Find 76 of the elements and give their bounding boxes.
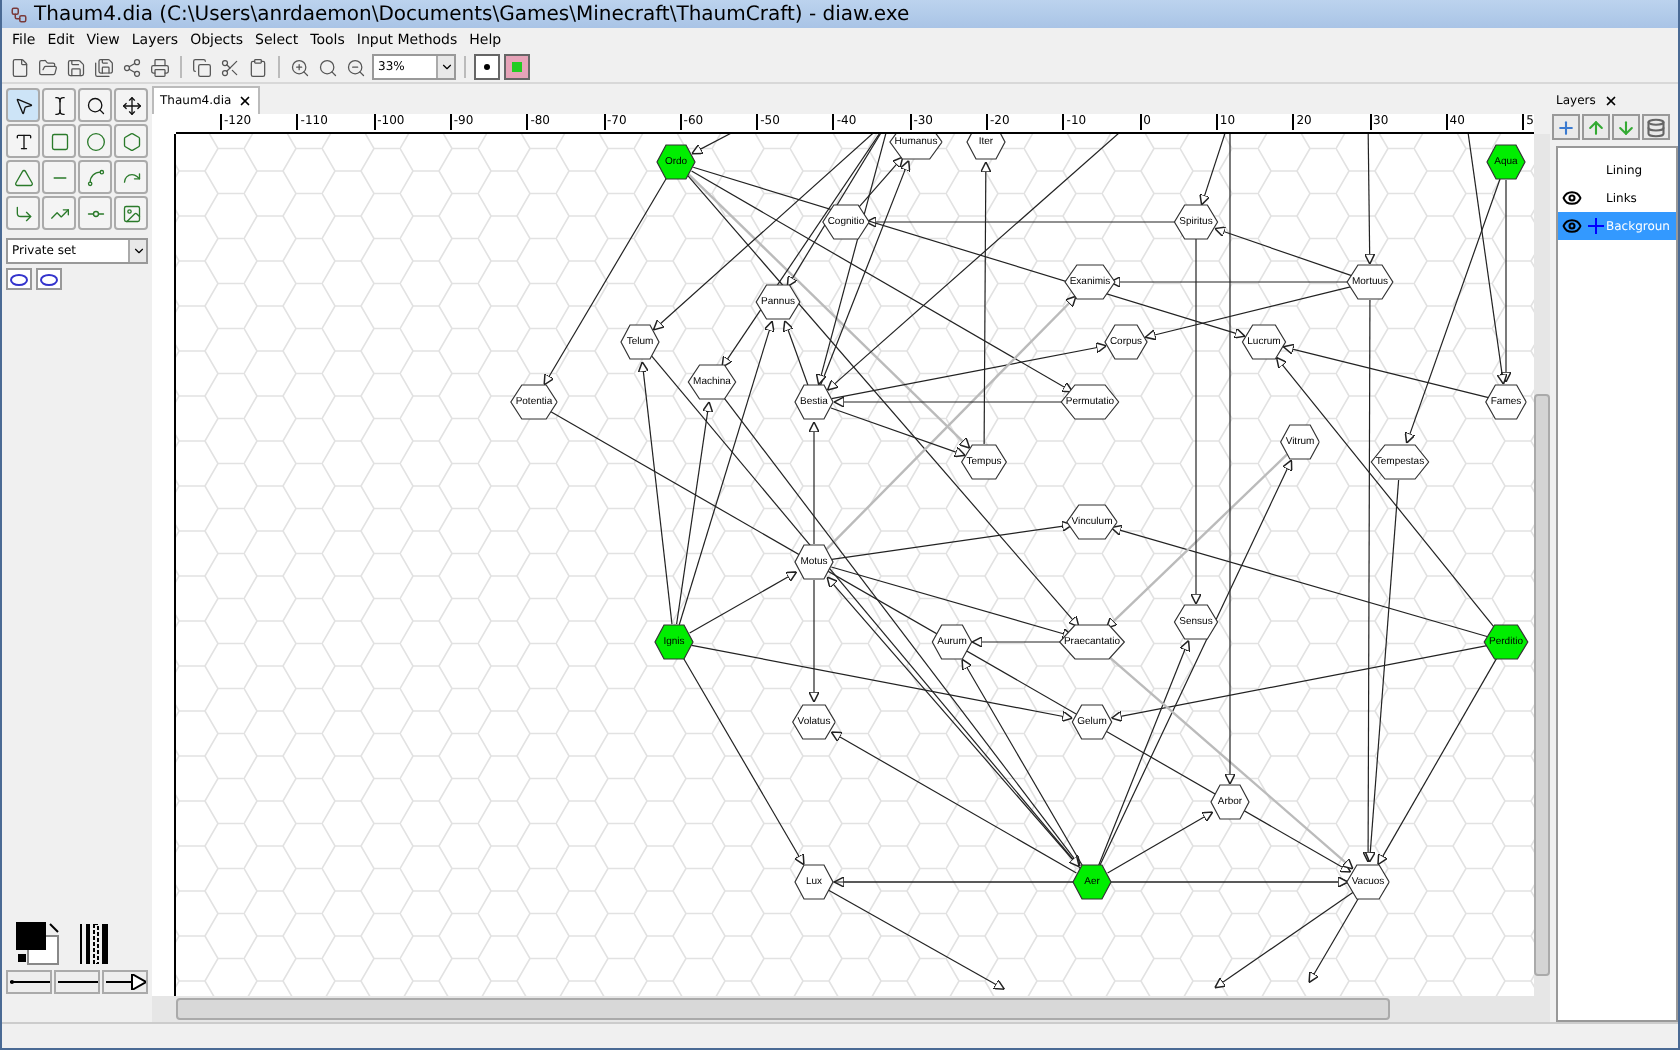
window-title: Thaum4.dia (C:\Users\anrdaemon\Documents\Games\Minecraft\ThaumCraft) - diaw.exe [34, 3, 910, 25]
toolbar-button[interactable] [148, 55, 172, 79]
eye-icon[interactable] [1562, 188, 1582, 208]
polyline-icon [49, 203, 69, 223]
save-icon [66, 57, 86, 77]
caret-icon [439, 60, 453, 74]
toolbar-button[interactable] [246, 55, 270, 79]
eye-icon[interactable] [1562, 216, 1582, 236]
caret-icon [131, 244, 145, 258]
box-icon [49, 131, 69, 151]
line-width-icon[interactable] [80, 924, 108, 964]
shape-button[interactable] [6, 268, 32, 290]
cut-icon [220, 57, 240, 77]
save-as-icon [94, 57, 114, 77]
polygon-icon [121, 131, 141, 151]
line-style-button[interactable] [54, 970, 100, 994]
toolbar-button[interactable] [92, 55, 116, 79]
print-icon [150, 57, 170, 77]
color-swatch-icon[interactable] [16, 922, 60, 966]
toolbar-button[interactable] [8, 55, 32, 79]
toolbar-button[interactable] [316, 55, 340, 79]
layer-button[interactable] [1642, 114, 1670, 140]
text-cursor-icon [49, 95, 69, 115]
dropdown-button[interactable] [128, 240, 146, 262]
toolbar-button[interactable] [288, 55, 312, 79]
shape-button[interactable] [36, 268, 62, 290]
paste-icon [248, 57, 268, 77]
layer-button[interactable] [1552, 114, 1580, 140]
arrow-end-button[interactable] [102, 970, 148, 994]
export-icon [122, 57, 142, 77]
magnifier-icon [85, 95, 105, 115]
arrow-start-button[interactable] [6, 970, 52, 994]
copy-icon [192, 57, 212, 77]
vertical-scrollbar[interactable] [1534, 134, 1550, 996]
curve-icon [85, 167, 105, 187]
square-icon [512, 62, 522, 72]
tool-button[interactable] [6, 88, 40, 122]
triangle-icon [13, 167, 33, 187]
grid-toggle[interactable] [504, 54, 530, 80]
diagram-canvas[interactable] [176, 134, 1534, 996]
app-icon [10, 5, 28, 23]
down-arrow-icon [1616, 117, 1636, 137]
zoom-out-icon [346, 57, 366, 77]
toolbar-button[interactable] [120, 55, 144, 79]
toolbar-button[interactable] [190, 55, 214, 79]
toolbar-button[interactable] [64, 55, 88, 79]
dot-icon [484, 64, 490, 70]
zoom-in-icon [290, 57, 310, 77]
tool-button[interactable] [6, 124, 40, 158]
close-icon[interactable] [237, 94, 252, 108]
line-icon [9, 978, 49, 986]
new-file-icon [10, 57, 30, 77]
toolbar-button[interactable] [36, 55, 60, 79]
close-icon[interactable] [1603, 93, 1618, 107]
horizontal-scrollbar[interactable] [152, 996, 1550, 1022]
connect-icon [1588, 218, 1604, 234]
snap-toggle[interactable] [474, 54, 500, 80]
toolbar-button[interactable] [344, 55, 368, 79]
dropdown-button[interactable] [436, 56, 454, 78]
zoom-fit-icon [318, 57, 338, 77]
pointer-icon [13, 95, 33, 115]
image-icon [121, 203, 141, 223]
tool-button[interactable] [114, 88, 148, 122]
move-icon [121, 95, 141, 115]
ellipse-icon [85, 131, 105, 151]
line-icon [57, 978, 97, 986]
folder-icon [38, 57, 58, 77]
arrow-icon [105, 974, 145, 990]
plus-icon [1556, 117, 1576, 137]
tool-button[interactable] [78, 88, 112, 122]
up-arrow-icon [1586, 117, 1606, 137]
connector-arrow [1363, 134, 1376, 265]
tool-button[interactable] [42, 88, 76, 122]
text-icon [13, 131, 33, 151]
toolbar-button[interactable] [218, 55, 242, 79]
arc-icon [121, 167, 141, 187]
